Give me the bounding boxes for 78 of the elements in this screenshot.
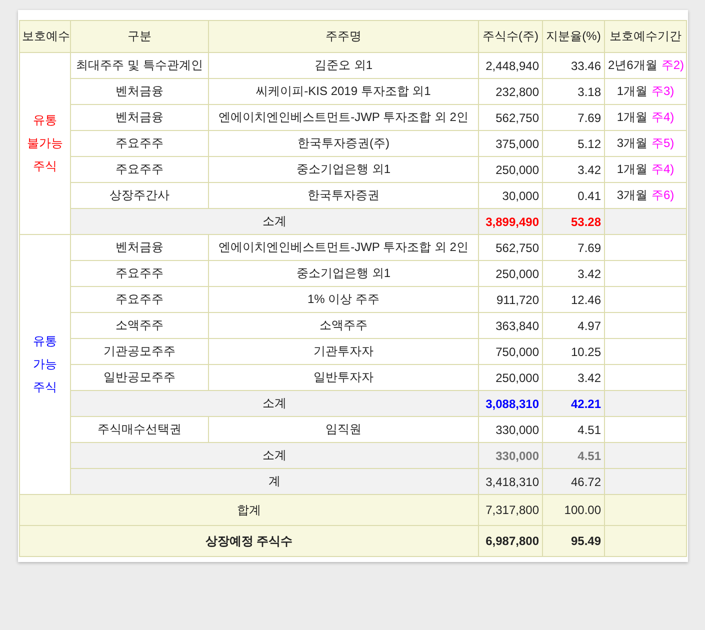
footnote-mark: 주4) [652,110,674,124]
shares-cell: 562,750 [478,234,542,260]
footnote-mark: 주2) [661,58,684,72]
ratio-cell: 4.51 [542,442,604,468]
subtotal-label: 계 [70,468,478,494]
category-cell: 주요주주 [70,260,208,286]
category-cell: 기관공모주주 [70,338,208,364]
column-header: 보호예수 [20,20,70,52]
column-header: 주주명 [208,20,478,52]
holder-cell: 중소기업은행 외1 [208,156,478,182]
shares-cell: 562,750 [478,104,542,130]
ratio-cell: 3.42 [542,156,604,182]
ratio-cell: 3.18 [542,78,604,104]
category-cell: 벤처금융 [70,78,208,104]
total-label: 합계 [20,494,478,526]
holder-cell: 김준오 외1 [208,52,478,78]
shares-cell: 7,317,800 [478,494,542,526]
category-cell: 소액주주 [70,312,208,338]
shares-cell: 3,088,310 [478,390,542,416]
ratio-cell: 10.25 [542,338,604,364]
shares-cell: 3,899,490 [478,208,542,234]
shares-cell: 375,000 [478,130,542,156]
footnote-mark: 주6) [652,188,674,202]
period-text: 1개월 [616,162,648,176]
category-cell: 주요주주 [70,286,208,312]
period-text: 2년6개월 [608,58,658,72]
subtotal-label: 소계 [70,208,478,234]
ratio-cell: 42.21 [542,390,604,416]
footnote-mark: 주5) [652,136,674,150]
ratio-cell: 3.42 [542,260,604,286]
holder-cell: 소액주주 [208,312,478,338]
total-label: 상장예정 주식수 [20,526,478,556]
holder-cell: 중소기업은행 외1 [208,260,478,286]
period-text: 3개월 [616,136,648,150]
shares-cell: 2,448,940 [478,52,542,78]
period-text: 3개월 [616,188,648,202]
category-cell: 최대주주 및 특수관계인 [70,52,208,78]
shares-cell: 250,000 [478,260,542,286]
category-cell: 벤처금융 [70,104,208,130]
column-header: 보호예수기간 [604,20,686,52]
shares-cell: 330,000 [478,442,542,468]
holder-cell: 한국투자증권(주) [208,130,478,156]
shares-cell: 911,720 [478,286,542,312]
holder-cell: 1% 이상 주주 [208,286,478,312]
column-header: 지분율(%) [542,20,604,52]
ratio-cell: 7.69 [542,104,604,130]
holder-cell: 씨케이피-KIS 2019 투자조합 외1 [208,78,478,104]
ratio-cell: 7.69 [542,234,604,260]
ratio-cell: 4.97 [542,312,604,338]
ratio-cell: 95.49 [542,526,604,556]
ratio-cell: 33.46 [542,52,604,78]
holder-cell: 기관투자자 [208,338,478,364]
shares-cell: 3,418,310 [478,468,542,494]
ratio-cell: 53.28 [542,208,604,234]
shares-cell: 363,840 [478,312,542,338]
shares-cell: 6,987,800 [478,526,542,556]
category-cell: 주요주주 [70,130,208,156]
subtotal-label: 소계 [70,442,478,468]
period-text: 1개월 [616,84,648,98]
shares-cell: 250,000 [478,156,542,182]
category-cell: 벤처금융 [70,234,208,260]
shares-cell: 750,000 [478,338,542,364]
lockup-label: 유통 불가능 주식 [20,52,70,234]
subtotal-label: 소계 [70,390,478,416]
ratio-cell: 100.00 [542,494,604,526]
holder-cell: 엔에이치엔인베스트먼트-JWP 투자조합 외 2인 [208,104,478,130]
ratio-cell: 5.12 [542,130,604,156]
column-header: 주식수(주) [478,20,542,52]
ratio-cell: 46.72 [542,468,604,494]
category-cell: 주요주주 [70,156,208,182]
lockup-label: 유통 가능 주식 [20,234,70,494]
ratio-cell: 12.46 [542,286,604,312]
column-header: 구분 [70,20,208,52]
shares-cell: 232,800 [478,78,542,104]
period-text: 1개월 [616,110,648,124]
holder-cell: 엔에이치엔인베스트먼트-JWP 투자조합 외 2인 [208,234,478,260]
footnote-mark: 주4) [652,162,674,176]
footnote-mark: 주3) [652,84,674,98]
